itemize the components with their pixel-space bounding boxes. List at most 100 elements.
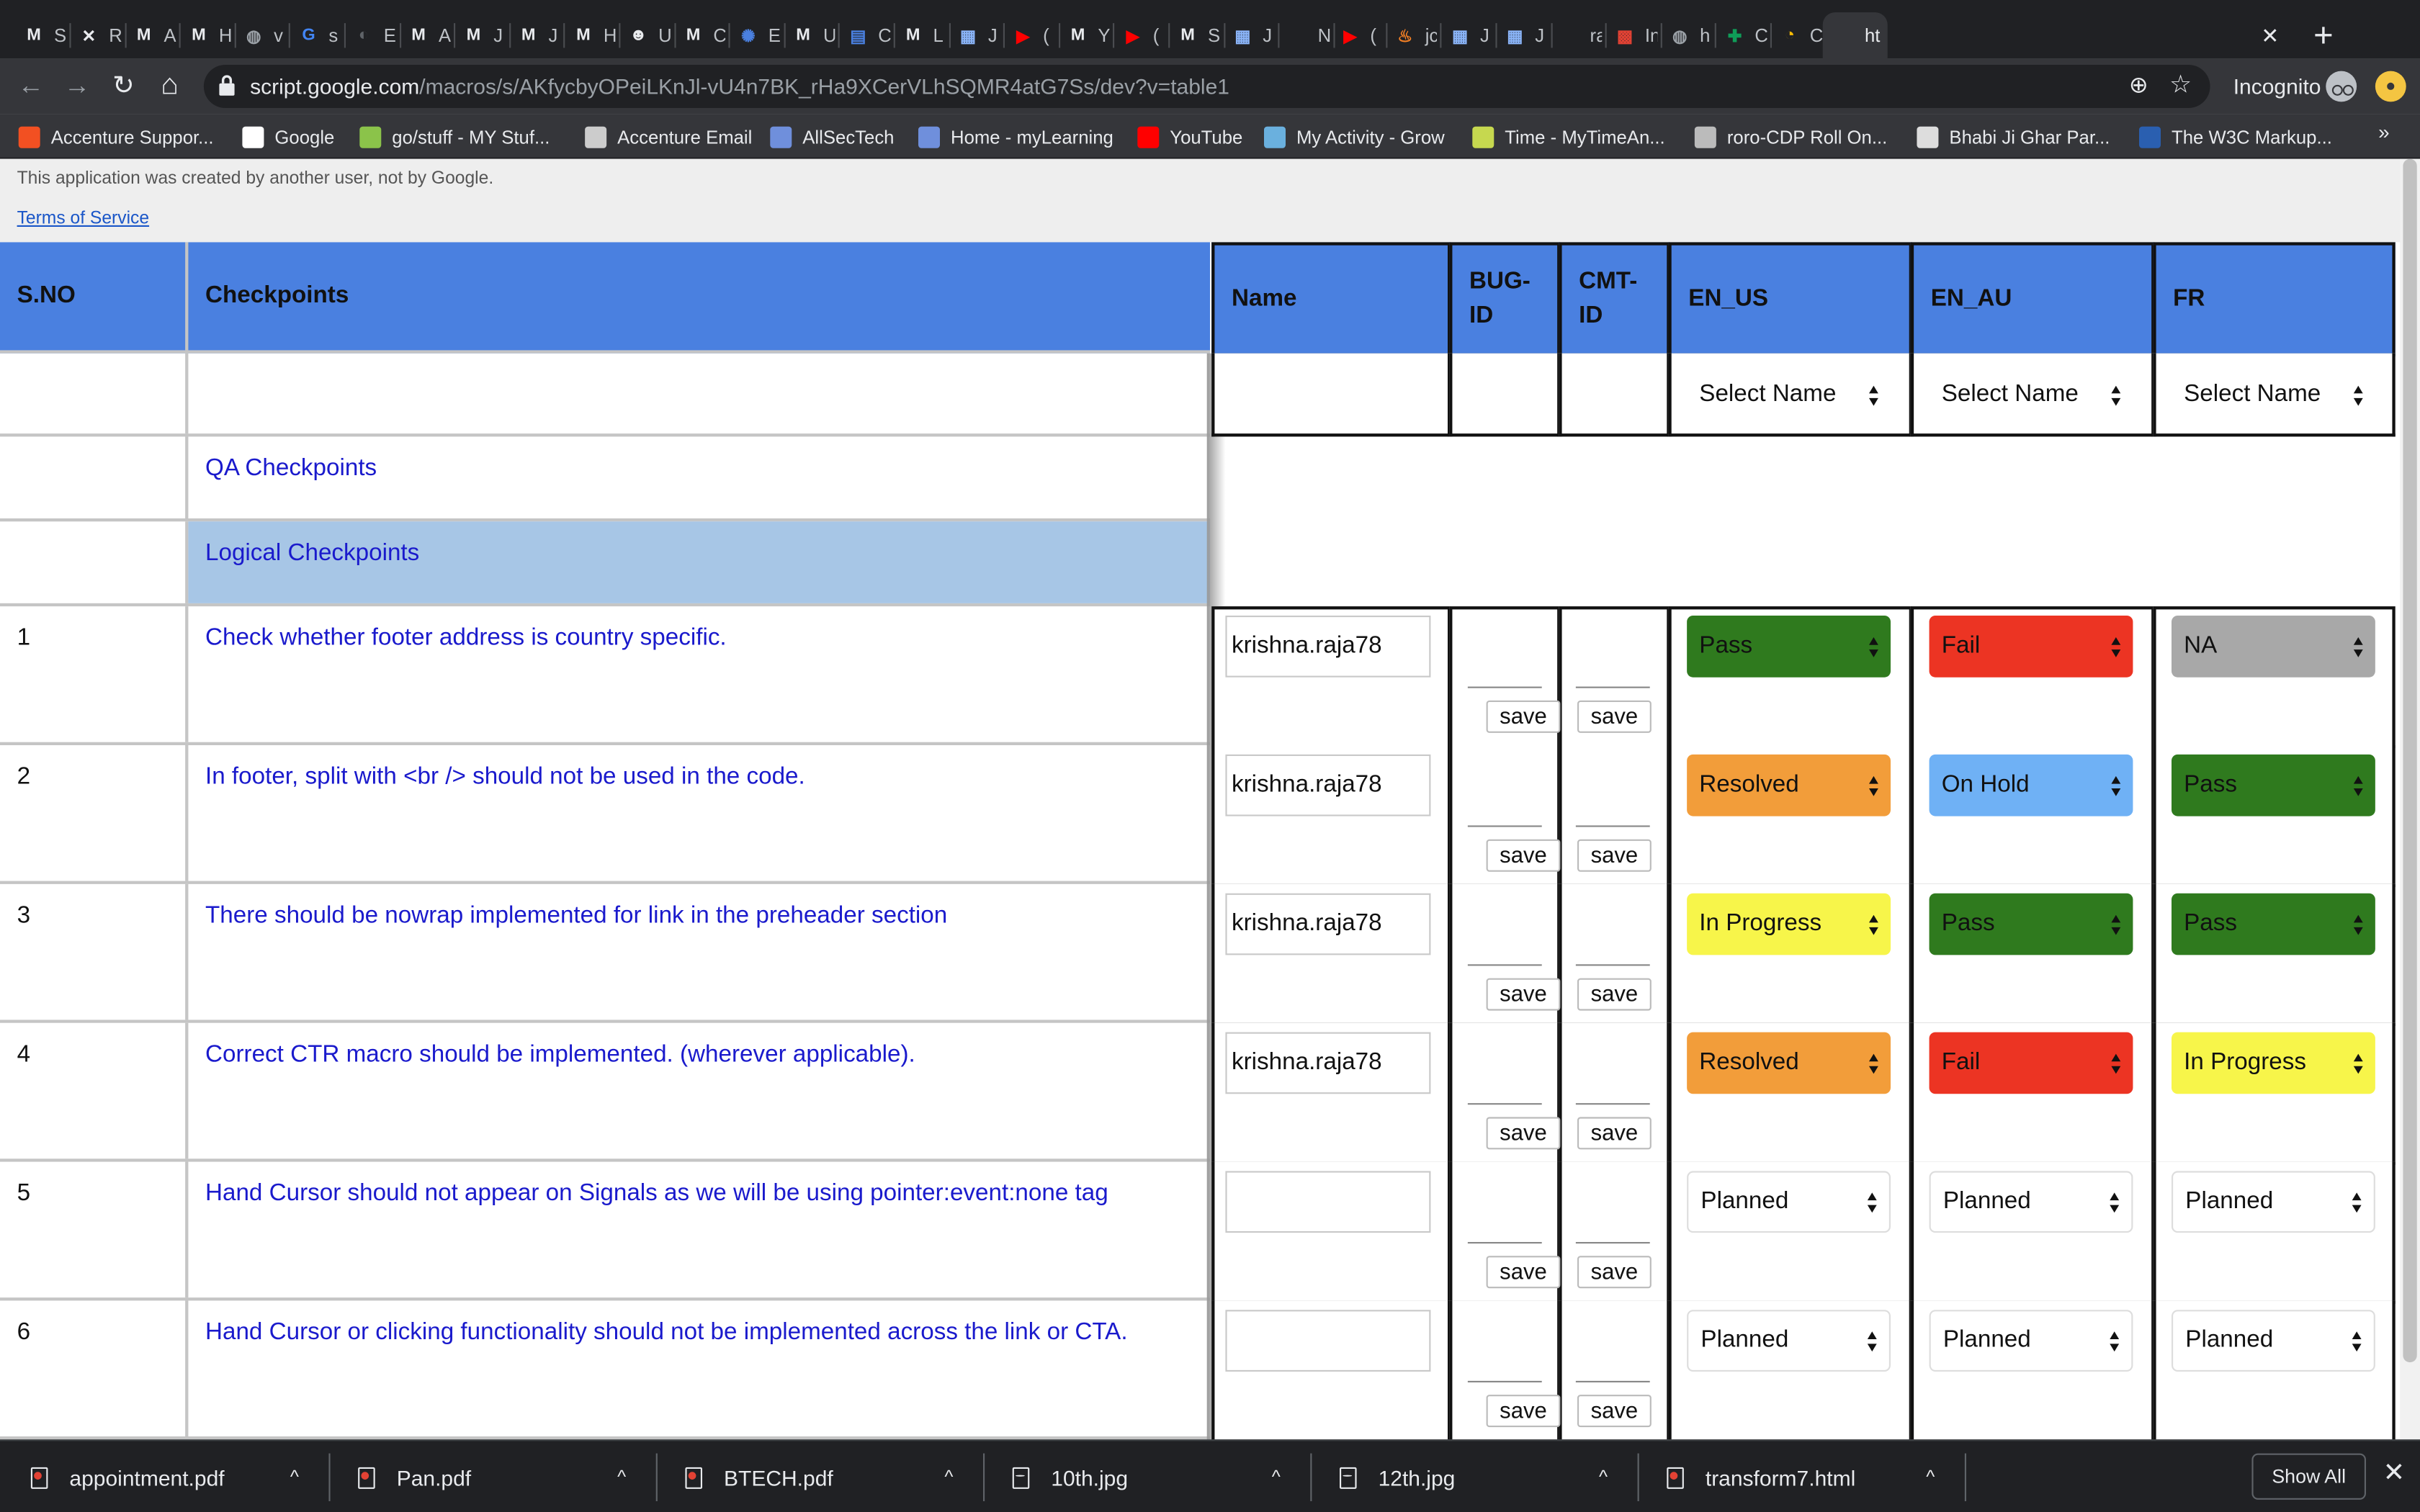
browser-tab[interactable]: ▤ C — [836, 12, 890, 58]
cmt-id-input[interactable] — [1575, 1103, 1650, 1105]
browser-tab[interactable]: ◐ E — [342, 12, 396, 58]
cmt-id-save-button[interactable]: save — [1577, 1256, 1652, 1289]
bookmark-item[interactable]: The W3C Markup... — [2139, 122, 2332, 153]
browser-tab[interactable]: ▶( — [1111, 12, 1165, 58]
bug-id-input[interactable] — [1467, 964, 1542, 966]
name-input[interactable] — [1225, 1171, 1431, 1233]
browser-tab[interactable]: ✺ E — [727, 12, 781, 58]
browser-tab[interactable]: ▦ J — [1438, 12, 1492, 58]
bookmark-item[interactable]: Google — [242, 122, 334, 153]
bookmark-item[interactable]: go/stuff - MY Stuf... — [359, 122, 550, 153]
cmt-id-save-button[interactable]: save — [1577, 1395, 1652, 1428]
bookmark-item[interactable]: Time - MyTimeAn... — [1472, 122, 1665, 153]
address-bar[interactable]: script.google.com/macros/s/AKfycbyOPeiLK… — [203, 65, 2210, 108]
bookmarks-overflow-icon[interactable]: » — [2378, 120, 2390, 143]
browser-tab[interactable]: ☻ U — [617, 12, 671, 58]
browser-tab[interactable]: ◔ C — [1768, 12, 1822, 58]
browser-tab[interactable]: MA — [122, 12, 176, 58]
browser-tab[interactable]: ◍ h — [1658, 12, 1712, 58]
cmt-id-save-button[interactable]: save — [1577, 1117, 1652, 1150]
bookmark-item[interactable]: Bhabi Ji Ghar Par... — [1917, 122, 2110, 153]
filter-select-fr[interactable]: Select Name — [2172, 364, 2375, 426]
browser-tab[interactable]: ht — [1823, 12, 1888, 59]
status-select-en-au[interactable]: Planned — [1929, 1171, 2133, 1233]
profile-icon[interactable]: ● — [2375, 71, 2406, 102]
browser-tab[interactable]: ra — [1549, 12, 1603, 58]
cmt-id-save-button[interactable]: save — [1577, 978, 1652, 1011]
status-select-en-us[interactable]: Planned — [1687, 1171, 1891, 1233]
browser-tab[interactable]: MC — [672, 12, 726, 58]
bookmark-item[interactable]: YouTube — [1137, 122, 1242, 153]
download-item[interactable]: appointment.pdf ^ — [30, 1441, 347, 1512]
download-options-chevron-icon[interactable]: ^ — [1599, 1466, 1608, 1488]
forward-icon[interactable]: → — [58, 68, 95, 104]
new-tab-button[interactable]: + — [2313, 12, 2334, 58]
status-select-en-us[interactable]: Pass — [1687, 616, 1891, 678]
download-item[interactable]: transform7.html ^ — [1667, 1441, 1983, 1512]
scrollbar-thumb[interactable] — [2403, 158, 2417, 1363]
incognito-icon[interactable] — [2326, 71, 2357, 102]
reload-icon[interactable]: ↻ — [105, 68, 142, 104]
status-select-fr[interactable]: Pass — [2172, 893, 2375, 955]
browser-tab[interactable]: MS — [12, 12, 66, 58]
cmt-id-input[interactable] — [1575, 964, 1650, 966]
status-select-fr[interactable]: Planned — [2172, 1171, 2375, 1233]
cmt-id-input[interactable] — [1575, 1380, 1650, 1382]
status-select-fr[interactable]: NA — [2172, 616, 2375, 678]
bookmark-item[interactable]: Accenture Email — [585, 122, 752, 153]
bug-id-save-button[interactable]: save — [1486, 978, 1561, 1011]
status-select-en-us[interactable]: Resolved — [1687, 1032, 1891, 1094]
bookmark-item[interactable]: AllSecTech — [770, 122, 895, 153]
browser-tab[interactable]: ▦ J — [946, 12, 1000, 58]
home-icon[interactable]: ⌂ — [151, 68, 188, 104]
download-options-chevron-icon[interactable]: ^ — [944, 1466, 953, 1488]
status-select-en-us[interactable]: In Progress — [1687, 893, 1891, 955]
browser-tab[interactable]: ▶( — [1001, 12, 1055, 58]
download-item[interactable]: 10th.jpg ^ — [1012, 1441, 1329, 1512]
bug-id-save-button[interactable]: save — [1486, 1117, 1561, 1150]
download-item[interactable]: Pan.pdf ^ — [358, 1441, 674, 1512]
browser-tab[interactable]: ✕ R — [67, 12, 122, 58]
url-text[interactable]: script.google.com/macros/s/AKfycbyOPeiLK… — [250, 74, 1229, 99]
close-downloads-icon[interactable]: ✕ — [2383, 1458, 2406, 1489]
terms-of-service-link[interactable]: Terms of Service — [17, 210, 150, 228]
download-options-chevron-icon[interactable]: ^ — [1272, 1466, 1281, 1488]
browser-tab[interactable]: ✚ C — [1713, 12, 1767, 58]
bug-id-input[interactable] — [1467, 1242, 1542, 1244]
browser-tab[interactable]: New — [1276, 12, 1330, 58]
browser-tab[interactable]: MU — [781, 12, 835, 58]
cmt-id-save-button[interactable]: save — [1577, 700, 1652, 733]
name-input[interactable]: krishna.raja78 — [1225, 616, 1431, 678]
status-select-en-au[interactable]: Fail — [1929, 1032, 2133, 1094]
bookmark-star-icon[interactable]: ☆ — [2169, 69, 2192, 100]
name-input[interactable]: krishna.raja78 — [1225, 754, 1431, 816]
name-input[interactable]: krishna.raja78 — [1225, 893, 1431, 955]
status-select-en-au[interactable]: Fail — [1929, 616, 2133, 678]
cmt-id-input[interactable] — [1575, 686, 1650, 688]
name-input[interactable]: krishna.raja78 — [1225, 1032, 1431, 1094]
browser-tab[interactable]: MJ — [452, 12, 506, 58]
bug-id-save-button[interactable]: save — [1486, 700, 1561, 733]
bug-id-input[interactable] — [1467, 686, 1542, 688]
name-input[interactable] — [1225, 1310, 1431, 1372]
bug-id-input[interactable] — [1467, 1103, 1542, 1105]
browser-tab[interactable]: Gs — [287, 12, 341, 58]
download-item[interactable]: BTECH.pdf ^ — [685, 1441, 1001, 1512]
status-select-fr[interactable]: Pass — [2172, 754, 2375, 816]
browser-tab[interactable]: MJ — [507, 12, 561, 58]
cmt-id-save-button[interactable]: save — [1577, 839, 1652, 872]
browser-tab[interactable]: ML — [892, 12, 946, 58]
bookmark-item[interactable]: roro-CDP Roll On... — [1694, 122, 1887, 153]
browser-tab[interactable]: MY — [1057, 12, 1111, 58]
status-select-en-au[interactable]: Pass — [1929, 893, 2133, 955]
cmt-id-input[interactable] — [1575, 1242, 1650, 1244]
bookmark-item[interactable]: My Activity - Grow — [1264, 122, 1445, 153]
browser-tab[interactable]: ▩ In — [1603, 12, 1657, 58]
status-select-fr[interactable]: Planned — [2172, 1310, 2375, 1372]
browser-tab[interactable]: ♨ jc — [1384, 12, 1438, 58]
bug-id-save-button[interactable]: save — [1486, 1395, 1561, 1428]
download-options-chevron-icon[interactable]: ^ — [290, 1466, 299, 1488]
status-select-fr[interactable]: In Progress — [2172, 1032, 2375, 1094]
bookmark-item[interactable]: Home - myLearning — [918, 122, 1113, 153]
bug-id-input[interactable] — [1467, 825, 1542, 827]
